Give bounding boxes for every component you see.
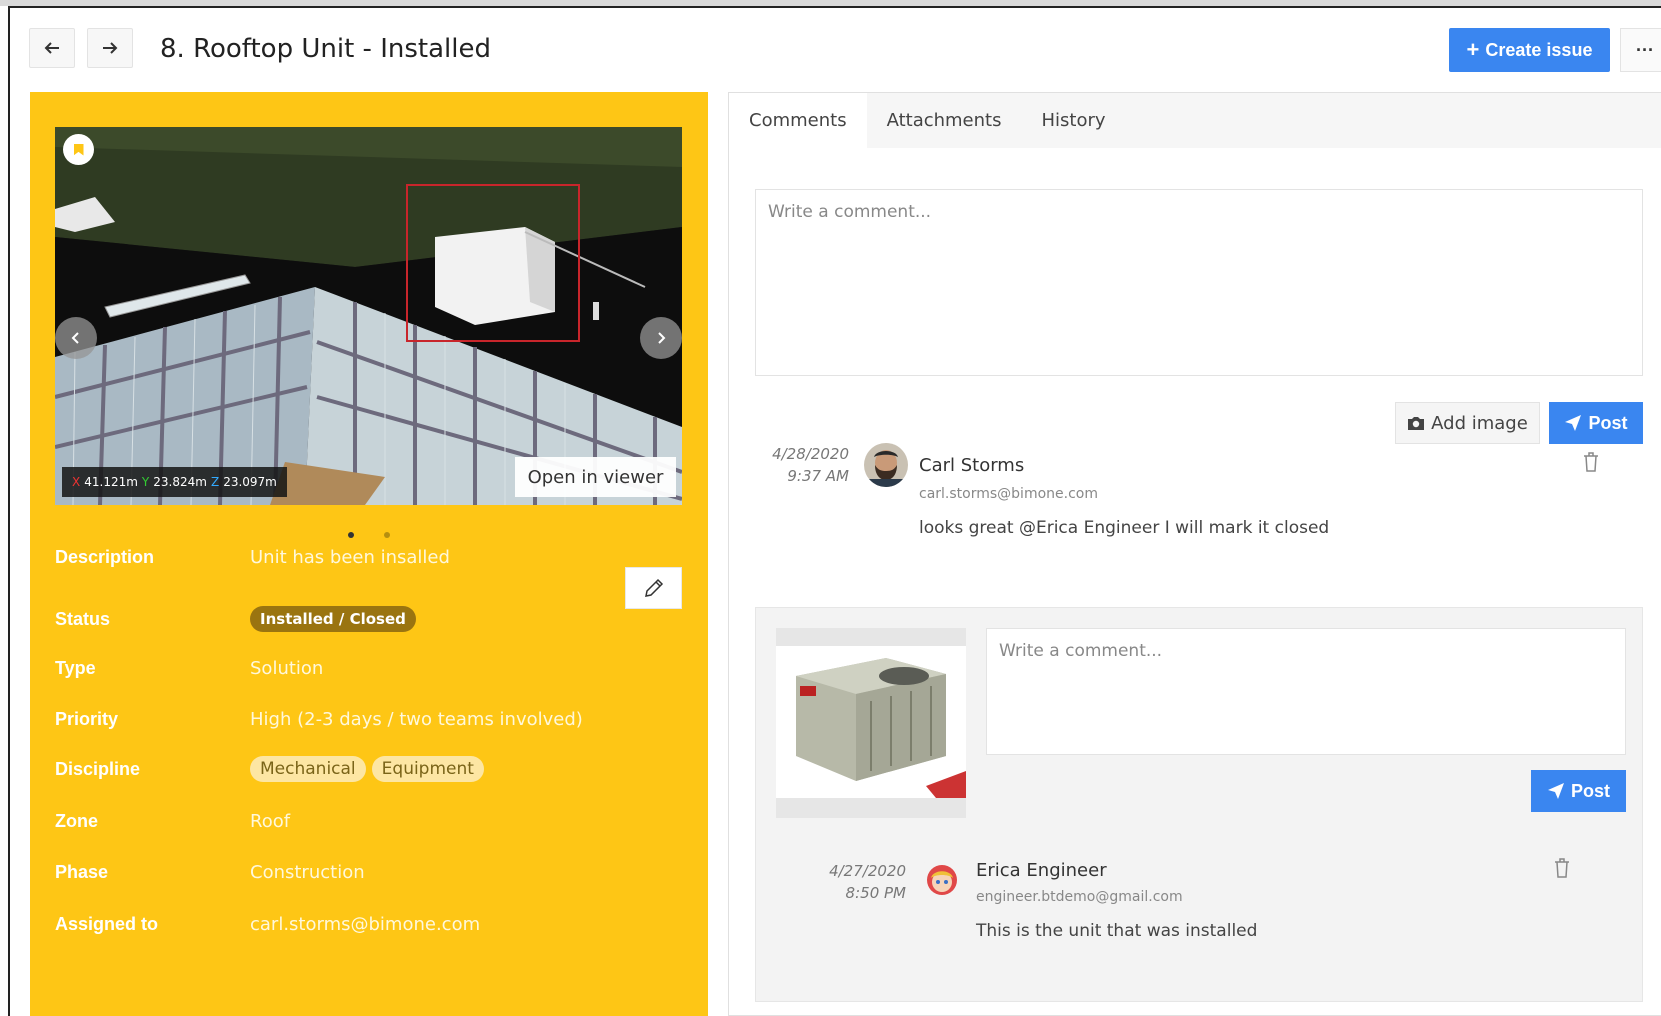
- x-coordinate: 41.121m: [84, 475, 138, 489]
- discipline-label: Discipline: [55, 758, 141, 779]
- create-issue-button[interactable]: + Create issue: [1449, 28, 1610, 72]
- activity-panel: Comments Attachments History Add image P…: [728, 92, 1661, 1016]
- assigned-label: Assigned to: [55, 914, 159, 934]
- phase-row: Phase Construction: [55, 862, 675, 883]
- zone-row: Zone Roof: [55, 811, 675, 832]
- post-comment-button[interactable]: Post: [1549, 402, 1643, 444]
- more-options-button[interactable]: ···: [1620, 28, 1661, 72]
- status-row: Status Installed / Closed: [55, 606, 675, 632]
- comment-text: This is the unit that was installed: [976, 921, 1258, 941]
- assigned-row: Assigned to carl.storms@bimone.com: [55, 914, 675, 935]
- pencil-icon: [644, 578, 663, 597]
- post-label: Post: [1588, 412, 1628, 433]
- avatar: [922, 860, 962, 900]
- model-snapshot-image: [55, 127, 682, 505]
- plus-icon: +: [1466, 37, 1480, 62]
- chevron-right-icon: [658, 332, 666, 344]
- avatar-carl-image: [864, 443, 908, 487]
- comment-author: Erica Engineer: [976, 860, 1107, 881]
- page-title: 8. Rooftop Unit - Installed: [160, 34, 491, 64]
- post-reply-label: Post: [1570, 780, 1610, 801]
- priority-row: Priority High (2-3 days / two teams invo…: [55, 709, 675, 730]
- comment-email: carl.storms@bimone.com: [919, 486, 1098, 502]
- z-axis-label: Z: [210, 475, 220, 489]
- comment-timestamp: 4/27/2020 8:50 PM: [816, 860, 906, 904]
- forward-button[interactable]: [87, 28, 133, 68]
- comment-email: engineer.btdemo@gmail.com: [976, 889, 1183, 905]
- chevron-left-icon: [71, 332, 79, 344]
- status-badge: Installed / Closed: [250, 606, 416, 632]
- tab-history[interactable]: History: [1021, 93, 1125, 148]
- tab-comments[interactable]: Comments: [729, 93, 867, 148]
- y-coordinate: 23.824m: [153, 475, 207, 489]
- comment-time: 8:50 PM: [845, 884, 906, 902]
- type-row: Type Solution: [55, 658, 675, 679]
- back-button[interactable]: [29, 28, 75, 68]
- model-snapshot-carousel: X 41.121m Y 23.824m Z 23.097m Open in vi…: [55, 127, 682, 505]
- description-label: Description: [55, 547, 155, 567]
- arrow-left-icon: [44, 42, 59, 54]
- open-in-viewer-button[interactable]: Open in viewer: [515, 457, 676, 497]
- priority-value: High (2-3 days / two teams involved): [250, 709, 583, 730]
- bookmark-icon[interactable]: [63, 134, 94, 165]
- trash-icon[interactable]: [1552, 857, 1572, 879]
- description-value: Unit has been insalled: [250, 547, 450, 568]
- type-label: Type: [55, 658, 96, 678]
- comment-date: 4/27/2020: [829, 862, 906, 880]
- discipline-tag-equipment: Equipment: [371, 756, 484, 782]
- description-row: Description Unit has been insalled: [55, 547, 675, 568]
- activity-tabs: Comments Attachments History: [729, 93, 1661, 148]
- create-issue-label: Create issue: [1485, 39, 1593, 60]
- zone-value: Roof: [250, 811, 291, 832]
- comment-timestamp: 4/28/2020 9:37 AM: [759, 443, 849, 487]
- add-image-button[interactable]: Add image: [1395, 402, 1540, 444]
- comment-author: Carl Storms: [919, 455, 1025, 476]
- priority-label: Priority: [55, 709, 119, 729]
- trash-icon[interactable]: [1581, 451, 1601, 473]
- edit-description-button[interactable]: [625, 567, 682, 609]
- rooftop-unit-photo: [796, 658, 966, 798]
- tab-attachments[interactable]: Attachments: [867, 93, 1022, 148]
- y-axis-label: Y: [141, 475, 150, 489]
- carousel-dot[interactable]: [384, 532, 390, 538]
- phase-label: Phase: [55, 862, 109, 882]
- post-reply-button[interactable]: Post: [1531, 770, 1626, 812]
- issue-details-panel: X 41.121m Y 23.824m Z 23.097m Open in vi…: [30, 92, 708, 1016]
- comment-text: looks great @Erica Engineer I will mark …: [919, 518, 1330, 538]
- phase-value: Construction: [250, 862, 365, 883]
- x-axis-label: X: [72, 475, 81, 489]
- paper-plane-icon: [1565, 415, 1582, 431]
- coordinates-readout: X 41.121m Y 23.824m Z 23.097m: [62, 467, 287, 497]
- assigned-value: carl.storms@bimone.com: [250, 914, 481, 935]
- comment-date: 4/28/2020: [772, 445, 849, 463]
- z-coordinate: 23.097m: [223, 475, 277, 489]
- arrow-right-icon: [103, 42, 118, 54]
- comment-time: 9:37 AM: [787, 467, 849, 485]
- discipline-row: Discipline Mechanical Equipment: [55, 756, 675, 782]
- paper-plane-icon: [1547, 783, 1564, 799]
- discipline-tag-mechanical: Mechanical: [250, 756, 366, 782]
- reply-comment-input[interactable]: [986, 628, 1626, 755]
- add-image-label: Add image: [1431, 412, 1528, 434]
- comment-input[interactable]: [755, 189, 1643, 376]
- comment-with-attachment: Post 4/27/2020 8:50 PM Erica Engineer en…: [755, 607, 1643, 1002]
- carousel-prev-button[interactable]: [55, 317, 97, 359]
- carousel-dot-active[interactable]: [348, 532, 354, 538]
- avatar-erica-image: [922, 860, 962, 900]
- carousel-indicator: [348, 532, 390, 538]
- zone-label: Zone: [55, 811, 98, 831]
- type-value: Solution: [250, 658, 324, 679]
- attachment-thumbnail[interactable]: [776, 628, 966, 818]
- carousel-next-button[interactable]: [640, 317, 682, 359]
- status-label: Status: [55, 608, 111, 629]
- avatar: [864, 443, 908, 487]
- camera-icon: [1408, 417, 1425, 430]
